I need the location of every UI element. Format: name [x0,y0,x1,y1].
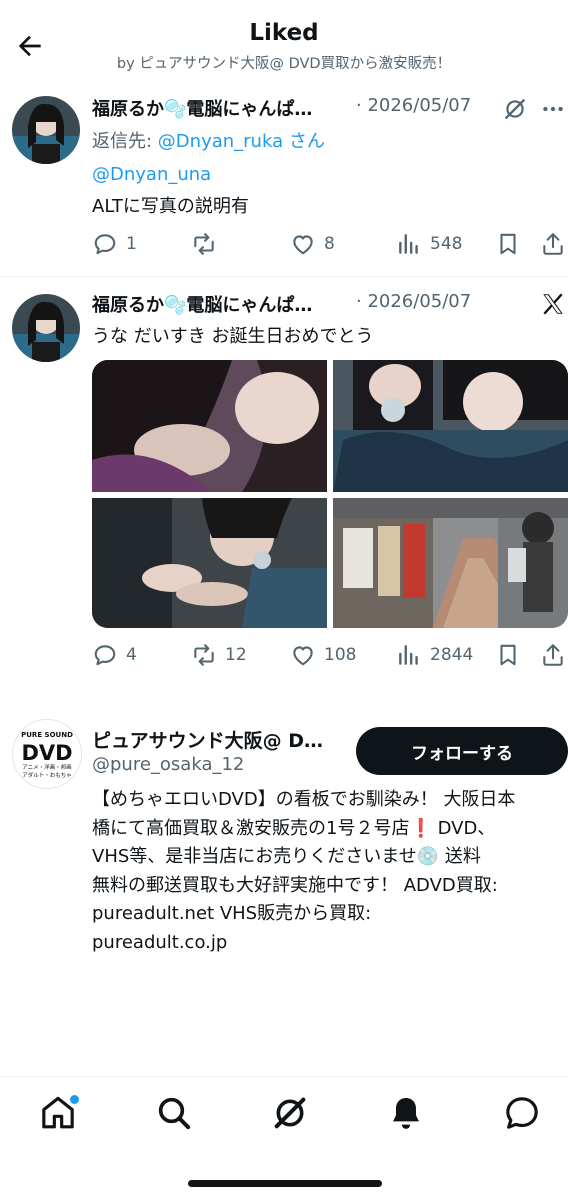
reply-button[interactable]: 1 [92,229,137,259]
photo-1[interactable] [92,360,327,492]
like-count: 108 [324,645,357,665]
author-name[interactable]: 福原るか🫧電脳にゃんぱ… [92,291,312,317]
x-logo-icon[interactable] [540,291,566,317]
share-button[interactable] [540,640,566,670]
home-indicator [188,1180,382,1187]
post-text: うな だいすき お誕生日おめでとう [92,326,374,347]
photo-4[interactable] [333,498,568,628]
views-icon [399,645,418,665]
views-count: 548 [430,234,463,254]
repost-button[interactable] [191,229,225,259]
bookmark-icon [500,644,516,666]
views-count: 2844 [430,645,474,665]
messages-icon [506,1097,538,1129]
heart-icon [293,235,313,255]
repost-icon [194,644,214,666]
notification-dot [68,1093,81,1106]
photo-grid[interactable] [92,360,568,628]
post-text: ALTに写真の説明有 [92,196,249,217]
follow-button[interactable]: フォローする [356,727,568,775]
photo-3[interactable] [92,498,327,628]
like-button[interactable]: 108 [290,640,356,670]
tab-messages[interactable] [502,1093,542,1133]
heart-icon [293,646,313,666]
bio-line: pureadult.co.jp [92,931,228,953]
repost-button[interactable]: 12 [191,640,247,670]
page-title: Liked [249,20,319,46]
bio-line: VHS等、是非当店にお売りくださいませ💿 送料 [92,846,481,867]
svg-text:アニメ・洋画・邦画: アニメ・洋画・邦画 [22,763,71,771]
reply-suffix: さん [283,131,325,152]
profile-avatar[interactable]: PURE SOUND DVD アニメ・洋画・邦画 アダルト・おもちゃ [12,719,82,789]
like-count: 8 [324,234,335,254]
bio-line: 【めちゃエロいDVD】の看板でお馴染み！ 大阪日本 [92,789,516,810]
reply-to-line: 返信先: @Dnyan_ruka さん [92,127,325,153]
reply-icon [94,645,116,666]
reply-icon [94,234,116,255]
reply-to-link[interactable]: @Dnyan_ruka [158,131,283,152]
post-reply[interactable]: 福原るか🫧電脳にゃんぱ… · 2026/05/07 返信先: @Dnyan_ru… [0,86,568,276]
tab-grok[interactable] [270,1093,310,1133]
svg-text:DVD: DVD [21,741,72,765]
reply-count: 1 [126,234,137,254]
author-name[interactable]: 福原るか🫧電脳にゃんぱ… [92,95,312,121]
post-date: · 2026/05/07 [356,95,472,116]
dvd-logo: PURE SOUND DVD アニメ・洋画・邦画 アダルト・おもちゃ [21,731,73,779]
svg-text:PURE SOUND: PURE SOUND [21,731,73,739]
author-avatar[interactable] [12,96,80,164]
top-header: Liked by ピュアサウンド大阪@ DVD買取から激安販売！ [0,0,568,86]
repost-icon [194,233,214,255]
tab-home[interactable] [38,1093,81,1133]
post-actions: 1 8 548 [92,229,568,259]
author-avatar[interactable] [12,294,80,362]
more-options-icon[interactable] [540,96,566,122]
mention-link[interactable]: @Dnyan_una [92,164,211,185]
grok-icon[interactable] [502,96,528,122]
repost-count: 12 [225,645,247,665]
share-button[interactable] [540,229,566,259]
grok-icon [274,1097,306,1129]
bio-line: 橋にて高価買取＆激安販売の1号２号店❗️ DVD、 [92,817,496,839]
tab-notifications[interactable] [386,1093,426,1133]
share-icon [543,233,563,255]
views-icon [399,234,418,254]
photo-2[interactable] [333,360,568,492]
bio-line: 無料の郵送買取も大好評実施中です！ ADVD買取: [92,874,498,896]
bio-line: pureadult.net VHS販売から買取: [92,903,372,924]
page-subtitle: by ピュアサウンド大阪@ DVD買取から激安販売！ [116,56,452,72]
share-icon [543,644,563,666]
reply-count: 4 [126,645,137,665]
bookmark-button[interactable] [495,229,521,259]
search-icon [158,1097,191,1130]
views-button[interactable]: 548 [396,229,462,259]
notifications-icon [393,1098,419,1129]
views-button[interactable]: 2844 [396,640,473,670]
tab-search[interactable] [154,1093,194,1133]
profile-handle[interactable]: @pure_osaka_12 [92,754,244,775]
like-button[interactable]: 8 [290,229,335,259]
reply-button[interactable]: 4 [92,640,137,670]
post-actions: 4 12 108 2844 [92,640,568,670]
bookmark-icon [500,233,516,255]
profile-bio: 【めちゃエロいDVD】の看板でお馴染み！ 大阪日本 橋にて高価買取＆激安販売の1… [92,786,562,957]
post-date: · 2026/05/07 [356,291,472,312]
bookmark-button[interactable] [495,640,521,670]
svg-text:アダルト・おもちゃ: アダルト・おもちゃ [22,771,72,779]
profile-name[interactable]: ピュアサウンド大阪@ D… [92,726,323,753]
reply-prefix: 返信先: [92,131,158,152]
